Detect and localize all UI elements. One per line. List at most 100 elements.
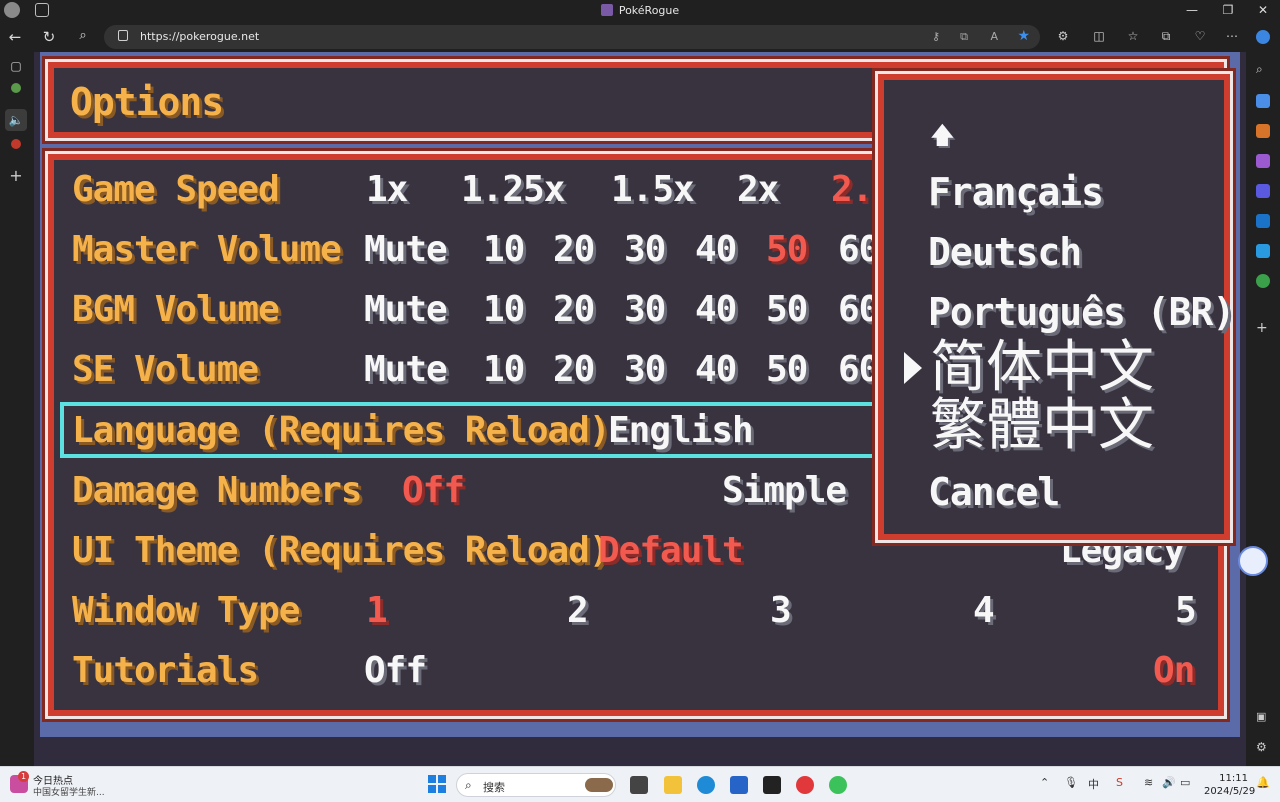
- back-icon[interactable]: ←: [6, 28, 24, 46]
- window-type-option-selected[interactable]: 1: [366, 591, 388, 631]
- notification-bell-icon[interactable]: 🔔: [1256, 776, 1270, 789]
- language-option-traditional-chinese[interactable]: 繁體中文: [930, 396, 1154, 456]
- bgm-volume-option[interactable]: 40: [695, 290, 737, 330]
- se-volume-option[interactable]: 50: [766, 350, 808, 390]
- window-type-option[interactable]: 2: [567, 591, 589, 631]
- master-volume-option[interactable]: Mute: [364, 230, 448, 270]
- floating-assistant-icon[interactable]: [1238, 546, 1268, 576]
- pokeball-tab-icon[interactable]: [11, 139, 21, 149]
- file-explorer-icon[interactable]: [664, 776, 682, 794]
- language-option-simplified-chinese[interactable]: 简体中文: [930, 338, 1154, 398]
- performance-icon[interactable]: ♡: [1192, 29, 1208, 43]
- app-icon[interactable]: [763, 776, 781, 794]
- damage-numbers-option[interactable]: Simple: [722, 471, 847, 511]
- news-subtitle[interactable]: 中国女留学生新...: [33, 785, 105, 798]
- master-volume-option[interactable]: 20: [553, 230, 595, 270]
- muted-tab-icon[interactable]: 🔈: [5, 109, 27, 131]
- url-text[interactable]: https://pokerogue.net: [140, 30, 259, 43]
- favorites-icon[interactable]: ☆: [1125, 29, 1141, 43]
- share-icon[interactable]: ⧉: [960, 30, 968, 44]
- more-menu-icon[interactable]: ⋯: [1224, 29, 1240, 43]
- key-icon[interactable]: ⚷: [932, 30, 940, 43]
- drop-icon[interactable]: [1256, 244, 1270, 258]
- window-type-option[interactable]: 4: [973, 591, 995, 631]
- collections-icon[interactable]: ⧉: [1158, 29, 1174, 44]
- se-volume-option[interactable]: 40: [695, 350, 737, 390]
- split-screen-icon[interactable]: ◫: [1091, 29, 1107, 43]
- wifi-icon[interactable]: ≋: [1144, 776, 1153, 789]
- search-highlight-icon: [585, 778, 613, 792]
- master-volume-option-selected[interactable]: 50: [766, 230, 808, 270]
- language-option-portugues[interactable]: Português (BR): [928, 290, 1235, 334]
- microphone-icon[interactable]: 🎙: [1064, 776, 1078, 789]
- scroll-up-arrow-icon[interactable]: 🡅: [930, 118, 955, 159]
- bgm-volume-option[interactable]: Mute: [364, 290, 448, 330]
- ui-theme-option-selected[interactable]: Default: [598, 531, 744, 571]
- language-option-deutsch[interactable]: Deutsch: [928, 230, 1082, 274]
- se-volume-option[interactable]: 30: [624, 350, 666, 390]
- new-tab-icon[interactable]: +: [8, 168, 24, 184]
- refresh-icon[interactable]: ↻: [40, 28, 58, 46]
- close-icon[interactable]: ✕: [1255, 3, 1271, 17]
- shopping-icon[interactable]: [1256, 94, 1270, 108]
- tree-icon[interactable]: [1256, 274, 1270, 288]
- window-type-option[interactable]: 5: [1175, 591, 1197, 631]
- screenshot-icon[interactable]: ▣: [1256, 710, 1270, 724]
- tutorials-option-selected[interactable]: On: [1153, 651, 1195, 691]
- tools-icon[interactable]: [1256, 124, 1270, 138]
- bgm-volume-option[interactable]: 30: [624, 290, 666, 330]
- store-icon[interactable]: [730, 776, 748, 794]
- microsoft365-icon[interactable]: [1256, 184, 1270, 198]
- master-volume-option[interactable]: 30: [624, 230, 666, 270]
- edge-taskbar-icon[interactable]: [697, 776, 715, 794]
- master-volume-option[interactable]: 10: [483, 230, 525, 270]
- search-sidebar-icon[interactable]: ⌕: [1256, 62, 1270, 76]
- game-speed-option[interactable]: 1x: [366, 170, 408, 210]
- master-volume-option[interactable]: 40: [695, 230, 737, 270]
- app-tray-icon[interactable]: S: [1116, 776, 1123, 789]
- tab-actions-icon[interactable]: ▢: [8, 58, 24, 74]
- minimize-icon[interactable]: —: [1184, 3, 1200, 17]
- restore-icon[interactable]: ❐: [1220, 3, 1236, 17]
- search-icon[interactable]: ⌕: [74, 28, 92, 43]
- bgm-volume-option[interactable]: 10: [483, 290, 525, 330]
- favorite-star-icon[interactable]: ★: [1017, 28, 1030, 44]
- edge-sidebar: ⌕ + ▣ ⚙: [1238, 22, 1280, 766]
- game-speed-option[interactable]: 2x: [737, 170, 779, 210]
- language-current-value[interactable]: English: [608, 411, 754, 451]
- add-sidebar-app-icon[interactable]: +: [1256, 320, 1270, 336]
- damage-numbers-option-selected[interactable]: Off: [402, 471, 465, 511]
- copilot-icon[interactable]: [1256, 30, 1270, 44]
- window-type-option[interactable]: 3: [770, 591, 792, 631]
- ime-icon[interactable]: 中: [1088, 776, 1099, 792]
- bgm-volume-option[interactable]: 20: [553, 290, 595, 330]
- se-volume-option[interactable]: 20: [553, 350, 595, 390]
- music-app-icon[interactable]: [796, 776, 814, 794]
- clock[interactable]: 11:11 2024/5/29: [1204, 772, 1255, 798]
- se-volume-option[interactable]: 10: [483, 350, 525, 390]
- extensions-icon[interactable]: ⚙: [1055, 29, 1071, 43]
- wechat-icon[interactable]: [829, 776, 847, 794]
- outlook-icon[interactable]: [1256, 214, 1270, 228]
- task-view-icon[interactable]: [630, 776, 648, 794]
- address-bar[interactable]: https://pokerogue.net ⚷ ⧉ A ★: [104, 25, 1040, 49]
- games-icon[interactable]: [1256, 154, 1270, 168]
- se-volume-option[interactable]: Mute: [364, 350, 448, 390]
- game-speed-option[interactable]: 1.5x: [611, 170, 695, 210]
- volume-icon[interactable]: 🔊: [1162, 776, 1176, 789]
- bgm-volume-option[interactable]: 60: [838, 290, 880, 330]
- se-volume-option[interactable]: 60: [838, 350, 880, 390]
- settings-gear-icon[interactable]: ⚙: [1256, 740, 1270, 754]
- start-button-icon[interactable]: [428, 775, 446, 793]
- master-volume-option[interactable]: 60: [838, 230, 880, 270]
- tray-expand-icon[interactable]: ⌃: [1040, 776, 1049, 789]
- language-option-cancel[interactable]: Cancel: [928, 470, 1060, 514]
- read-aloud-icon[interactable]: A: [990, 30, 998, 43]
- tab-favicon-icon[interactable]: [11, 83, 21, 93]
- game-speed-option[interactable]: 1.25x: [461, 170, 565, 210]
- battery-icon[interactable]: ▭: [1180, 776, 1190, 789]
- bgm-volume-option[interactable]: 50: [766, 290, 808, 330]
- tutorials-option[interactable]: Off: [364, 651, 427, 691]
- taskbar-search-box[interactable]: ⌕ 搜索: [456, 773, 616, 797]
- language-option-francais[interactable]: Français: [928, 170, 1104, 214]
